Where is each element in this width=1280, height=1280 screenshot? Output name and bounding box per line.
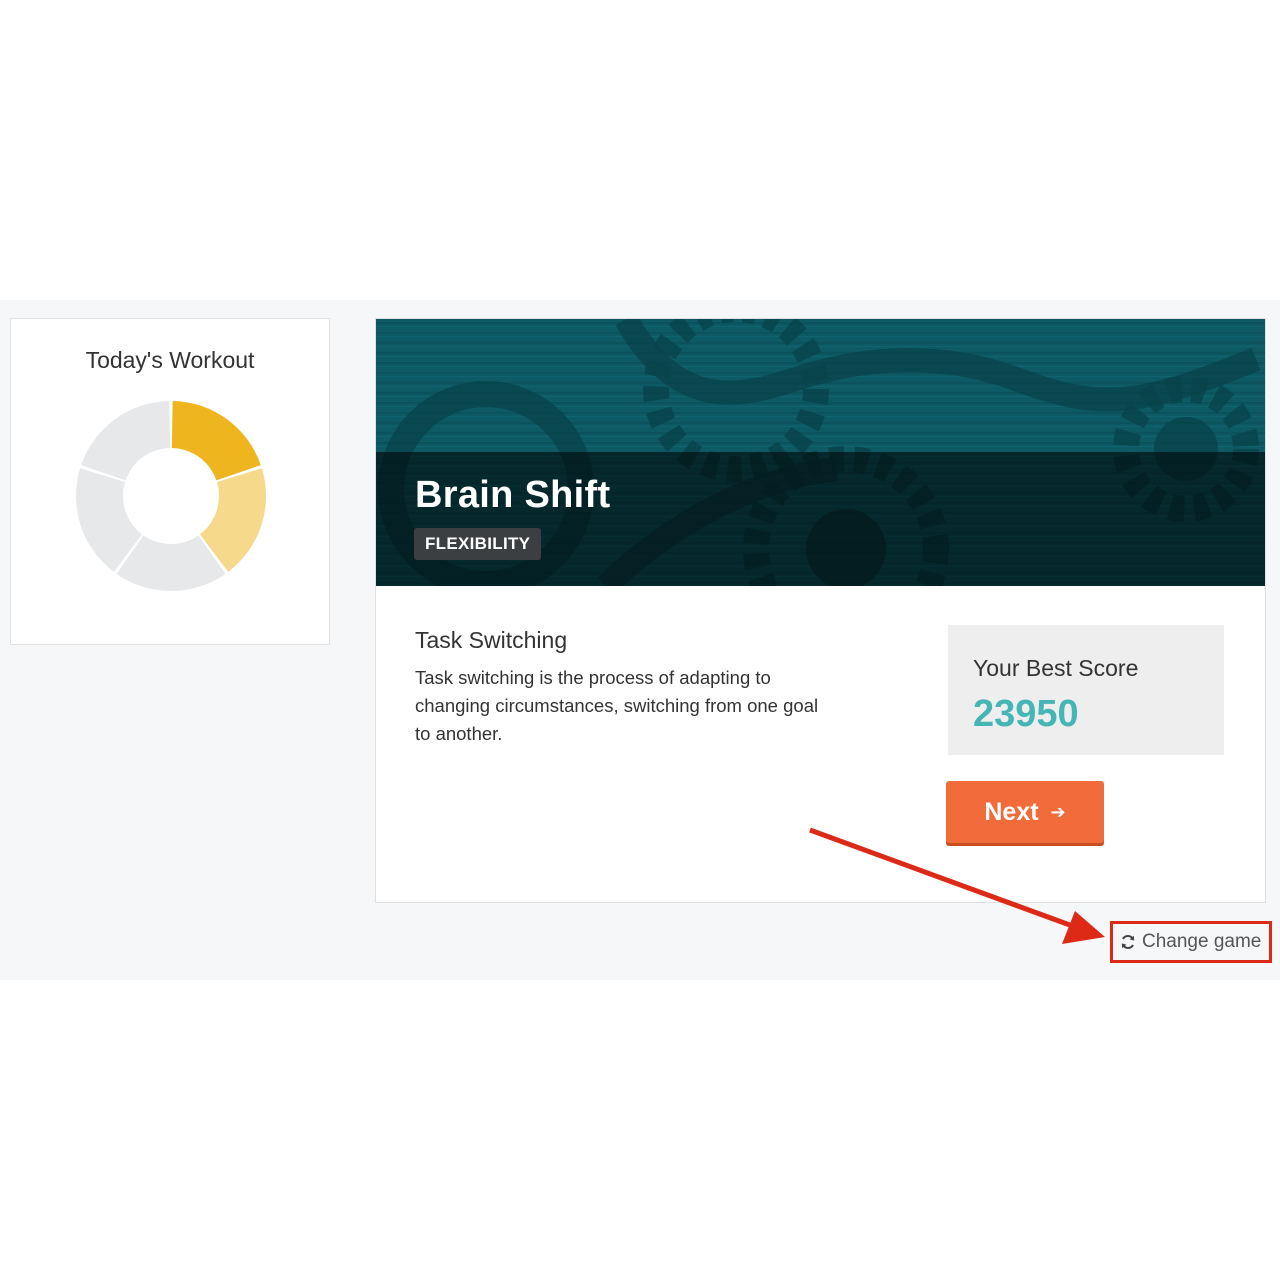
game-card: Brain Shift FLEXIBILITY Task Switching T… — [375, 318, 1266, 903]
best-score-box: Your Best Score 23950 — [948, 625, 1224, 755]
todays-workout-card: Today's Workout — [10, 318, 330, 645]
best-score-label: Your Best Score — [973, 655, 1139, 681]
game-banner: Brain Shift FLEXIBILITY — [376, 319, 1265, 586]
game-title: Brain Shift — [415, 474, 611, 516]
donut-segment-done — [171, 401, 261, 481]
banner-shade — [376, 452, 1265, 586]
change-game-link[interactable]: Change game — [1110, 921, 1272, 963]
donut-segment-pending — [81, 401, 171, 481]
next-button[interactable]: Next ➔ — [946, 781, 1104, 843]
skill-description: Task switching is the process of adaptin… — [415, 667, 819, 744]
workout-title: Today's Workout — [85, 347, 255, 373]
next-button-label: Next — [984, 797, 1039, 826]
refresh-icon — [1121, 935, 1135, 949]
best-score-value: 23950 — [973, 693, 1079, 735]
change-game-label: Change game — [1142, 931, 1262, 952]
skill-title: Task Switching — [415, 627, 568, 653]
arrow-right-icon: ➔ — [1050, 801, 1066, 822]
workout-progress-donut — [76, 401, 266, 591]
category-badge: FLEXIBILITY — [414, 528, 542, 560]
